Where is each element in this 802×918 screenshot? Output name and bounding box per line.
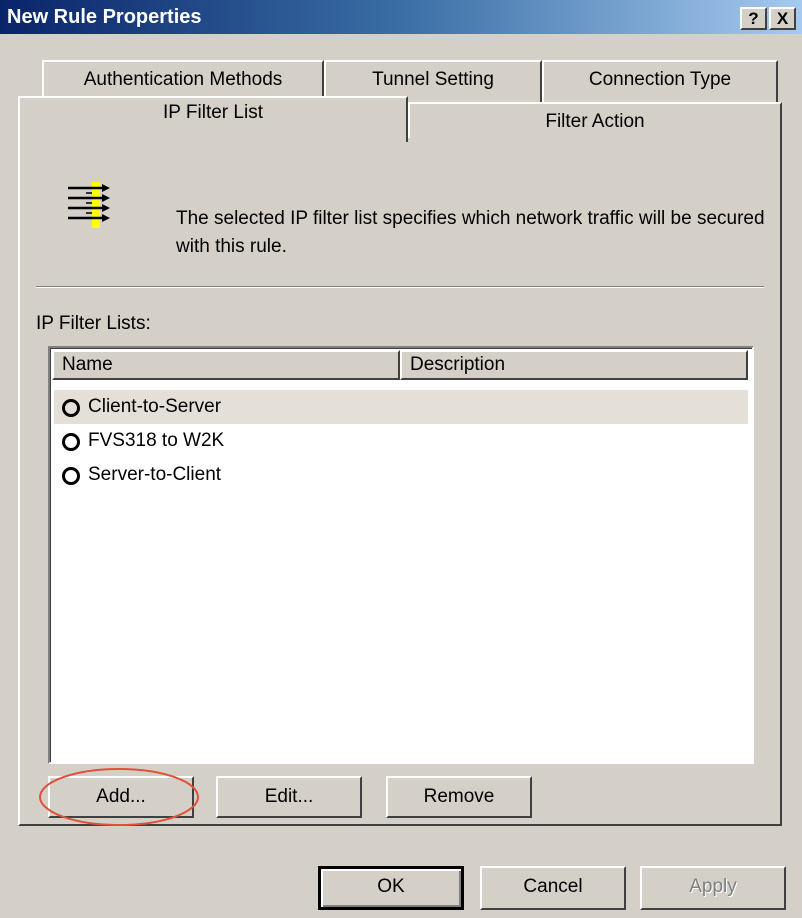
radio-button[interactable] (62, 433, 80, 451)
close-button[interactable]: X (769, 7, 796, 30)
rule-properties-window: New Rule Properties ? X Authentication M… (0, 0, 802, 918)
ip-filter-list-icon (68, 182, 110, 228)
tab-ip-filter-list[interactable]: IP Filter List (18, 96, 408, 142)
remove-button[interactable]: Remove (386, 776, 532, 818)
add-button[interactable]: Add... (48, 776, 194, 818)
tab-label: Connection Type (588, 69, 732, 90)
help-button[interactable]: ? (740, 7, 767, 30)
radio-button[interactable] (62, 467, 80, 485)
cancel-button[interactable]: Cancel (480, 866, 626, 910)
tab-label: IP Filter List (163, 102, 263, 123)
list-item-name: Client-to-Server (88, 396, 222, 417)
tab-label: Filter Action (545, 111, 645, 132)
radio-button[interactable] (62, 399, 80, 417)
list-item[interactable]: FVS318 to W2K (54, 424, 748, 458)
ip-filter-list-box[interactable]: Name Description Client-to-Server FVS318… (48, 346, 754, 764)
tab-label: Tunnel Setting (372, 69, 494, 90)
ip-filter-lists-label: IP Filter Lists: (36, 313, 151, 334)
rule-description-text: The selected IP filter list specifies wh… (176, 208, 765, 257)
title-bar[interactable]: New Rule Properties ? X (0, 0, 802, 34)
tab-filter-action[interactable]: Filter Action (408, 102, 782, 140)
list-item-name: Server-to-Client (88, 464, 222, 485)
list-item[interactable]: Server-to-Client (54, 458, 748, 492)
separator-line (36, 286, 764, 288)
tab-connection-type[interactable]: Connection Type (542, 60, 778, 102)
list-item-name: FVS318 to W2K (88, 430, 225, 451)
column-header-name[interactable]: Name (52, 350, 400, 380)
apply-button[interactable]: Apply (640, 866, 786, 910)
ok-button[interactable]: OK (318, 866, 464, 910)
list-item[interactable]: Client-to-Server (54, 390, 748, 424)
column-header-description[interactable]: Description (400, 350, 748, 380)
window-title: New Rule Properties (7, 6, 202, 28)
edit-button[interactable]: Edit... (216, 776, 362, 818)
tab-label: Authentication Methods (83, 69, 283, 90)
